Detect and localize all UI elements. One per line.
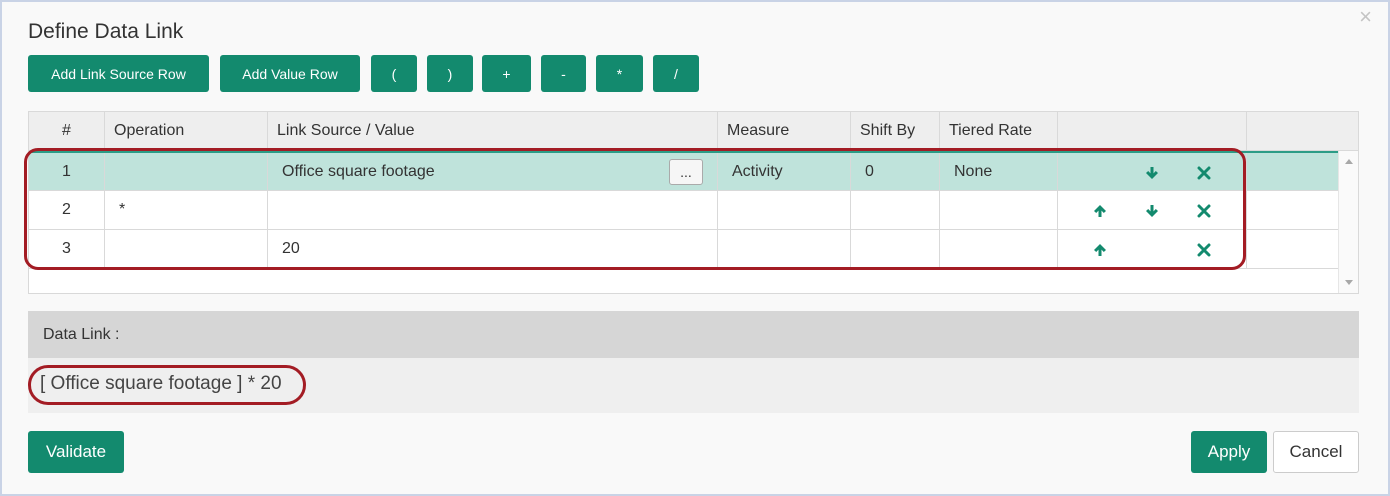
shift-by-cell[interactable] <box>851 230 940 268</box>
data-link-formula: [ Office square footage ] * 20 <box>40 373 282 394</box>
column-header-actions <box>1058 112 1247 150</box>
column-header-link-source: Link Source / Value <box>268 112 718 150</box>
column-header-shift-by: Shift By <box>851 112 940 150</box>
data-link-header: Data Link : <box>28 311 1359 358</box>
add-link-source-row-button[interactable]: Add Link Source Row <box>28 55 209 92</box>
arrow-up-icon[interactable] <box>1090 240 1110 260</box>
validate-button[interactable]: Validate <box>28 431 124 473</box>
dialog-title: Define Data Link <box>28 20 184 43</box>
close-paren-button[interactable]: ) <box>427 55 473 92</box>
open-paren-button[interactable]: ( <box>371 55 417 92</box>
close-icon[interactable]: × <box>1359 6 1372 28</box>
table-row[interactable]: 2 * <box>29 191 1339 230</box>
measure-cell[interactable] <box>718 230 851 268</box>
tiered-rate-cell[interactable]: None <box>940 153 1058 190</box>
link-source-value: Office square footage <box>282 162 435 180</box>
column-header-measure: Measure <box>718 112 851 150</box>
measure-cell[interactable]: Activity <box>718 153 851 190</box>
define-data-link-dialog: Define Data Link × Add Link Source Row A… <box>0 0 1390 496</box>
measure-cell[interactable] <box>718 191 851 229</box>
row-number: 1 <box>29 153 105 190</box>
divide-button[interactable]: / <box>653 55 699 92</box>
scroll-up-icon[interactable] <box>1345 159 1353 164</box>
cancel-button[interactable]: Cancel <box>1273 431 1359 473</box>
row-number: 2 <box>29 191 105 229</box>
data-link-body: [ Office square footage ] * 20 <box>28 358 1359 413</box>
data-link-grid: # Operation Link Source / Value Measure … <box>28 111 1359 294</box>
operation-cell[interactable] <box>105 153 268 190</box>
tiered-rate-cell[interactable] <box>940 230 1058 268</box>
link-source-cell[interactable] <box>268 191 718 229</box>
minus-button[interactable]: - <box>541 55 586 92</box>
row-number: 3 <box>29 230 105 268</box>
browse-button[interactable]: ... <box>669 159 703 185</box>
scroll-down-icon[interactable] <box>1345 280 1353 285</box>
actions-cell <box>1058 153 1247 190</box>
column-header-operation: Operation <box>105 112 268 150</box>
operation-cell[interactable]: * <box>105 191 268 229</box>
plus-button[interactable]: + <box>482 55 531 92</box>
delete-icon[interactable] <box>1194 240 1214 260</box>
tiered-rate-cell[interactable] <box>940 191 1058 229</box>
arrow-down-icon[interactable] <box>1142 163 1162 183</box>
column-header-number: # <box>29 112 105 150</box>
shift-by-cell[interactable]: 0 <box>851 153 940 190</box>
add-value-row-button[interactable]: Add Value Row <box>220 55 360 92</box>
shift-by-cell[interactable] <box>851 191 940 229</box>
actions-cell <box>1058 230 1247 268</box>
arrow-up-icon[interactable] <box>1090 201 1110 221</box>
grid-scrollbar[interactable] <box>1338 151 1358 293</box>
grid-header: # Operation Link Source / Value Measure … <box>29 112 1358 151</box>
table-row[interactable]: 1 Office square footage ... Activity 0 N… <box>29 151 1339 191</box>
actions-cell <box>1058 191 1247 229</box>
apply-button[interactable]: Apply <box>1191 431 1267 473</box>
arrow-down-icon[interactable] <box>1142 201 1162 221</box>
table-row[interactable]: 3 20 <box>29 230 1339 269</box>
operation-cell[interactable] <box>105 230 268 268</box>
delete-icon[interactable] <box>1194 163 1214 183</box>
column-header-tiered-rate: Tiered Rate <box>940 112 1058 150</box>
delete-icon[interactable] <box>1194 201 1214 221</box>
link-source-cell[interactable]: Office square footage ... <box>268 153 718 190</box>
multiply-button[interactable]: * <box>596 55 643 92</box>
link-source-cell[interactable]: 20 <box>268 230 718 268</box>
